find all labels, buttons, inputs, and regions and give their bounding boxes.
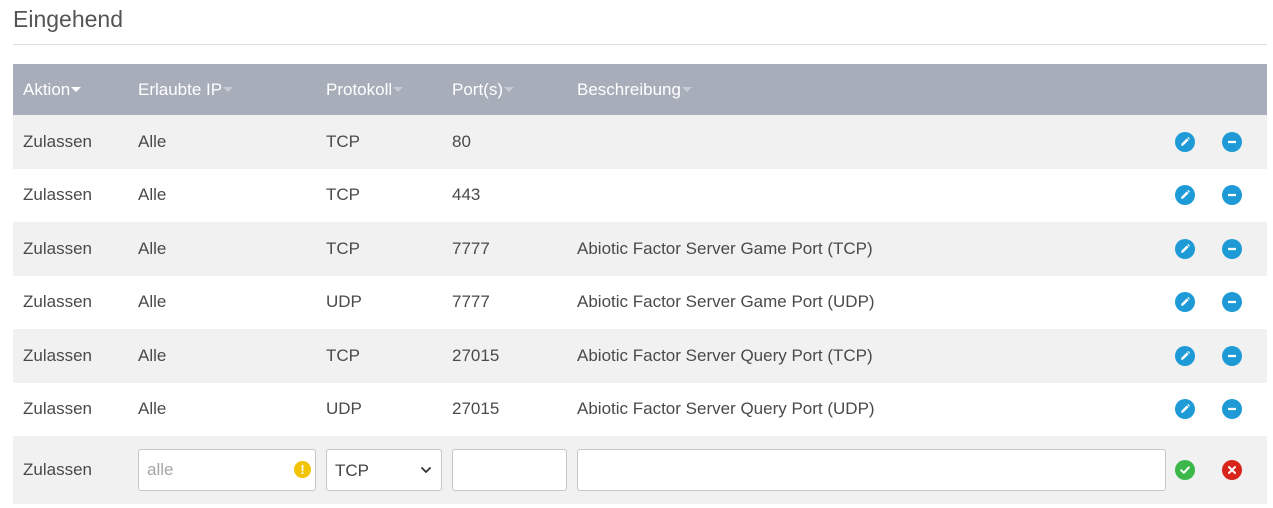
- new-rule-protocol-cell: TCP: [326, 436, 442, 504]
- cell-erlaubte-ip: Alle: [138, 399, 167, 419]
- cell-protokoll: UDP: [326, 399, 362, 419]
- edit-cell: [1175, 169, 1195, 223]
- header-erlaubte-ip[interactable]: Erlaubte IP: [138, 64, 234, 115]
- delete-cell: [1222, 383, 1242, 437]
- cell-erlaubte-ip: Alle: [138, 238, 167, 258]
- protocol-select[interactable]: TCP: [326, 449, 442, 491]
- description-input[interactable]: [577, 449, 1166, 491]
- minus-circle-icon[interactable]: [1222, 345, 1242, 366]
- table-row: Zulassen Alle UDP 7777 Abiotic Factor Se…: [13, 275, 1267, 330]
- header-label: Aktion: [23, 80, 71, 99]
- minus-circle-icon[interactable]: [1222, 292, 1242, 313]
- minus-circle-icon[interactable]: [1222, 399, 1242, 420]
- x-circle-icon[interactable]: [1222, 460, 1242, 480]
- cell-protokoll: TCP: [326, 345, 360, 365]
- cell-aktion: Zulassen: [23, 131, 92, 151]
- pencil-icon[interactable]: [1175, 345, 1195, 366]
- pencil-icon[interactable]: [1175, 238, 1195, 259]
- cell-erlaubte-ip: Alle: [138, 185, 167, 205]
- new-rule-port-cell: [452, 436, 567, 504]
- confirm-cell: [1175, 436, 1195, 504]
- firewall-rules-table: Aktion Erlaubte IP Protokoll Port(s) Bes…: [13, 64, 1267, 504]
- header-label: Port(s): [452, 80, 503, 99]
- delete-cell: [1222, 222, 1242, 276]
- protocol-select-wrapper: TCP: [326, 449, 442, 491]
- header-beschreibung[interactable]: Beschreibung: [577, 64, 692, 115]
- table-row: Zulassen Alle TCP 443: [13, 168, 1267, 223]
- pencil-icon[interactable]: [1175, 292, 1195, 313]
- sort-caret-icon: [504, 87, 514, 93]
- check-circle-icon[interactable]: [1175, 460, 1195, 480]
- delete-cell: [1222, 329, 1242, 383]
- cell-ports: 443: [452, 185, 481, 205]
- cell-ports: 7777: [452, 238, 490, 258]
- cell-protokoll: TCP: [326, 238, 360, 258]
- cell-ports: 27015: [452, 399, 500, 419]
- cell-protokoll: TCP: [326, 131, 360, 151]
- edit-cell: [1175, 329, 1195, 383]
- minus-circle-icon[interactable]: [1222, 238, 1242, 259]
- cell-ports: 7777: [452, 292, 490, 312]
- cell-aktion: Zulassen: [23, 345, 92, 365]
- cell-beschreibung: Abiotic Factor Server Game Port (UDP): [577, 292, 875, 312]
- pencil-icon[interactable]: [1175, 399, 1195, 420]
- cell-aktion: Zulassen: [23, 185, 92, 205]
- pencil-icon[interactable]: [1175, 131, 1195, 152]
- delete-cell: [1222, 276, 1242, 330]
- edit-cell: [1175, 115, 1195, 169]
- delete-cell: [1222, 169, 1242, 223]
- section-divider: [13, 44, 1267, 45]
- cell-ports: 27015: [452, 345, 500, 365]
- edit-cell: [1175, 276, 1195, 330]
- header-protokoll[interactable]: Protokoll: [326, 64, 404, 115]
- header-label: Erlaubte IP: [138, 80, 223, 99]
- minus-circle-icon[interactable]: [1222, 185, 1242, 206]
- cell-aktion: Zulassen: [23, 238, 92, 258]
- section-title: Eingehend: [13, 6, 123, 32]
- table-body: Zulassen Alle TCP 80 Zulassen Alle TCP 4…: [13, 115, 1267, 436]
- minus-circle-icon[interactable]: [1222, 131, 1242, 152]
- cell-aktion: Zulassen: [23, 399, 92, 419]
- sort-caret-icon: [681, 87, 692, 93]
- table-row: Zulassen Alle TCP 27015 Abiotic Factor S…: [13, 329, 1267, 383]
- pencil-icon[interactable]: [1175, 185, 1195, 206]
- cell-beschreibung: Abiotic Factor Server Game Port (TCP): [577, 238, 873, 258]
- table-row: Zulassen Alle TCP 7777 Abiotic Factor Se…: [13, 222, 1267, 276]
- sort-caret-icon: [393, 87, 404, 93]
- cell-erlaubte-ip: Alle: [138, 292, 167, 312]
- ip-field-wrapper: !: [138, 449, 316, 491]
- cell-aktion: Zulassen: [23, 292, 92, 312]
- cell-beschreibung: Abiotic Factor Server Query Port (UDP): [577, 399, 875, 419]
- delete-cell: [1222, 115, 1242, 169]
- table-header: Aktion Erlaubte IP Protokoll Port(s) Bes…: [13, 64, 1267, 115]
- table-row: Zulassen Alle UDP 27015 Abiotic Factor S…: [13, 382, 1267, 437]
- header-label: Protokoll: [326, 80, 393, 99]
- port-input[interactable]: [452, 449, 567, 491]
- cell-erlaubte-ip: Alle: [138, 131, 167, 151]
- new-rule-aktion: Zulassen: [23, 460, 92, 479]
- table-row: Zulassen Alle TCP 80: [13, 115, 1267, 169]
- cell-protokoll: TCP: [326, 185, 360, 205]
- cancel-cell: [1222, 436, 1242, 504]
- cell-ports: 80: [452, 131, 471, 151]
- cell-beschreibung: Abiotic Factor Server Query Port (TCP): [577, 345, 873, 365]
- sort-caret-icon: [223, 87, 234, 93]
- edit-cell: [1175, 222, 1195, 276]
- header-ports[interactable]: Port(s): [452, 64, 514, 115]
- edit-cell: [1175, 383, 1195, 437]
- header-label: Beschreibung: [577, 80, 681, 99]
- warning-icon: !: [294, 461, 311, 478]
- header-aktion[interactable]: Aktion: [23, 64, 82, 115]
- sort-caret-icon: [71, 87, 82, 93]
- new-rule-ip-cell: !: [138, 436, 316, 504]
- new-rule-row: Zulassen ! TCP: [13, 436, 1267, 504]
- cell-erlaubte-ip: Alle: [138, 345, 167, 365]
- ip-input[interactable]: [138, 449, 316, 491]
- new-rule-description-cell: [577, 436, 1166, 504]
- cell-protokoll: UDP: [326, 292, 362, 312]
